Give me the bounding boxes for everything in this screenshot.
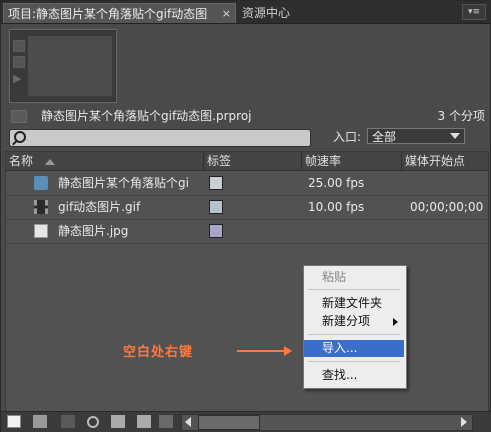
column-frame-rate-label: 帧速率 bbox=[305, 154, 342, 168]
film-icon bbox=[34, 200, 48, 214]
annotation-text: 空白处右键 bbox=[123, 345, 194, 360]
image-icon bbox=[34, 224, 48, 238]
entry-dropdown[interactable]: 全部 bbox=[367, 128, 465, 144]
project-panel: 项目:静态图片某个角落贴个gif动态图 × 资源中心 ▾≡ ▶ 静态图片某个角落… bbox=[0, 0, 491, 432]
find-icon[interactable] bbox=[87, 416, 99, 428]
tab-bar: 项目:静态图片某个角落贴个gif动态图 × 资源中心 ▾≡ bbox=[1, 1, 491, 24]
menu-item-import[interactable]: 导入... bbox=[304, 340, 404, 357]
menu-separator bbox=[308, 361, 400, 362]
menu-item-new-item[interactable]: 新建分项 bbox=[304, 313, 404, 330]
label-swatch[interactable] bbox=[209, 176, 223, 190]
row-name: gif动态图片.gif bbox=[58, 200, 141, 214]
close-icon[interactable]: × bbox=[222, 4, 231, 24]
menu-separator bbox=[308, 334, 400, 335]
table-row[interactable]: 静态图片.jpg bbox=[6, 219, 488, 244]
chevron-right-icon bbox=[393, 318, 398, 326]
label-swatch[interactable] bbox=[209, 224, 223, 238]
tab-media-browser-label: 资源中心 bbox=[242, 6, 291, 20]
scroll-right-icon[interactable] bbox=[461, 417, 467, 427]
entry-label: 入口: bbox=[333, 130, 362, 144]
scroll-left-icon[interactable] bbox=[185, 417, 191, 427]
column-media-start-label: 媒体开始点 bbox=[405, 154, 466, 168]
row-media-start bbox=[410, 219, 488, 243]
entry-value: 全部 bbox=[372, 130, 397, 144]
column-name-label: 名称 bbox=[9, 154, 34, 168]
table-header: 名称 标签 帧速率 媒体开始点 bbox=[6, 152, 488, 171]
panel-menu-icon[interactable]: ▾≡ bbox=[462, 4, 486, 20]
row-media-start: 00;00;00;00 bbox=[410, 200, 484, 214]
annotation-arrow bbox=[237, 350, 285, 352]
row-frame-rate bbox=[308, 219, 398, 243]
new-item-icon[interactable] bbox=[137, 415, 151, 428]
row-frame-rate: 10.00 fps bbox=[308, 200, 365, 214]
menu-item-import-label: 导入... bbox=[322, 341, 358, 355]
row-frame-rate: 25.00 fps bbox=[308, 176, 365, 190]
project-file-name: 静态图片某个角落贴个gif动态图.prproj bbox=[41, 109, 252, 123]
play-icon[interactable]: ▶ bbox=[13, 72, 21, 85]
menu-item-find-label: 查找... bbox=[322, 368, 358, 382]
tab-project-label: 项目:静态图片某个角落贴个gif动态图 bbox=[8, 7, 208, 21]
row-media-start bbox=[410, 171, 488, 195]
search-icon bbox=[14, 131, 26, 143]
column-header-label[interactable]: 标签 bbox=[204, 152, 302, 170]
scrollbar-thumb[interactable] bbox=[198, 415, 260, 430]
poster-frame-icon[interactable] bbox=[13, 40, 25, 52]
menu-item-find[interactable]: 查找... bbox=[304, 367, 404, 384]
tab-project[interactable]: 项目:静态图片某个角落贴个gif动态图 × bbox=[3, 3, 236, 23]
label-swatch[interactable] bbox=[209, 200, 223, 214]
menu-item-new-folder-label: 新建文件夹 bbox=[322, 296, 383, 310]
item-count: 3 个分项 bbox=[437, 109, 485, 123]
tab-media-browser[interactable]: 资源中心 bbox=[238, 3, 300, 23]
table-row[interactable]: 静态图片某个角落贴个gi 25.00 fps bbox=[6, 171, 488, 196]
menu-item-paste[interactable]: 粘贴 bbox=[304, 269, 404, 286]
project-info: 静态图片某个角落贴个gif动态图.prproj 3 个分项 bbox=[9, 107, 487, 125]
row-name: 静态图片某个角落贴个gi bbox=[58, 176, 189, 190]
row-name: 静态图片.jpg bbox=[58, 224, 129, 238]
project-table[interactable]: 名称 标签 帧速率 媒体开始点 静态图片某个角落贴个gi 25.00 fps g… bbox=[5, 151, 489, 413]
menu-item-new-folder[interactable]: 新建文件夹 bbox=[304, 295, 404, 312]
search-input[interactable] bbox=[9, 129, 311, 147]
context-menu: 粘贴 新建文件夹 新建分项 导入... 查找... bbox=[303, 265, 407, 389]
preview-image bbox=[28, 36, 112, 96]
sequence-icon bbox=[34, 176, 48, 190]
camera-icon[interactable] bbox=[13, 56, 25, 68]
project-folder-icon bbox=[11, 110, 27, 123]
menu-item-paste-label: 粘贴 bbox=[322, 270, 347, 284]
preview-thumbnail: ▶ bbox=[9, 29, 117, 103]
sort-ascending-icon bbox=[44, 158, 55, 165]
trash-icon[interactable] bbox=[159, 415, 173, 428]
column-header-media-start[interactable]: 媒体开始点 bbox=[402, 152, 488, 170]
menu-separator bbox=[308, 289, 400, 290]
menu-item-new-item-label: 新建分项 bbox=[322, 314, 371, 328]
preview-controls bbox=[13, 36, 25, 96]
icon-view-icon[interactable] bbox=[33, 415, 47, 428]
column-label-label: 标签 bbox=[207, 154, 232, 168]
table-row[interactable]: gif动态图片.gif 10.00 fps 00;00;00;00 bbox=[6, 195, 488, 220]
bottom-toolbar bbox=[1, 411, 491, 432]
column-header-name[interactable]: 名称 bbox=[6, 152, 204, 170]
column-header-frame-rate[interactable]: 帧速率 bbox=[302, 152, 402, 170]
arrow-right-icon bbox=[284, 346, 292, 356]
chevron-down-icon bbox=[450, 133, 460, 139]
list-view-icon[interactable] bbox=[7, 415, 21, 428]
new-bin-icon[interactable] bbox=[111, 415, 125, 428]
automate-to-sequence-icon[interactable] bbox=[61, 415, 75, 428]
